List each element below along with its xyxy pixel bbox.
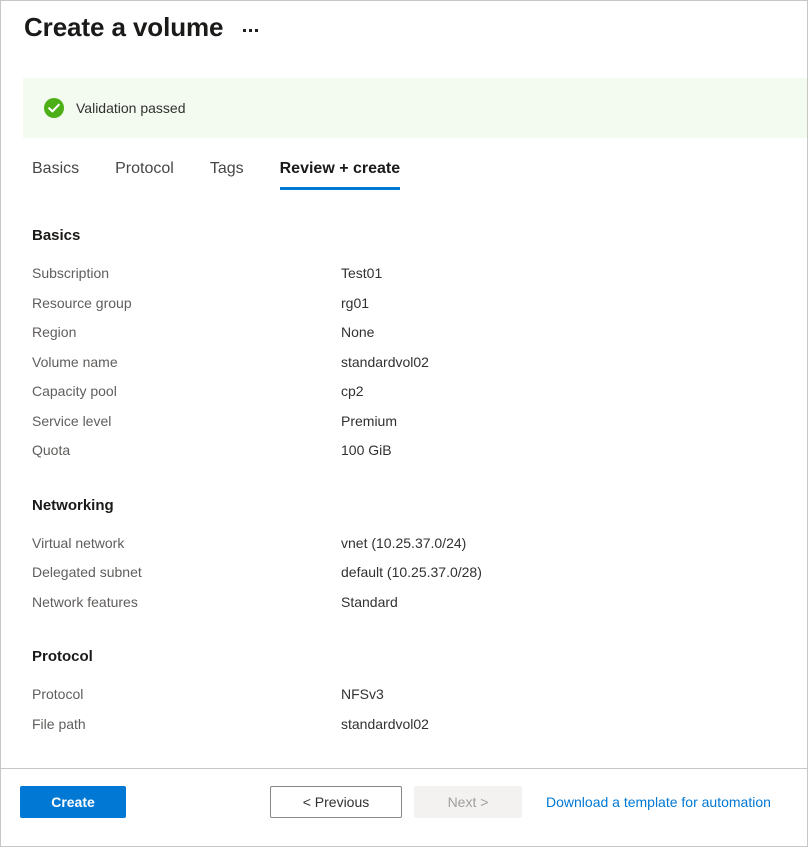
blade-header: Create a volume (24, 9, 260, 45)
row-value: standardvol02 (341, 714, 429, 734)
check-circle-icon (44, 98, 64, 118)
create-button[interactable]: Create (20, 786, 126, 818)
row-value: 100 GiB (341, 440, 392, 460)
tab-tags[interactable]: Tags (210, 156, 244, 190)
row-label: Capacity pool (32, 381, 341, 401)
summary-row: Subscription Test01 (32, 263, 787, 293)
summary-row: Delegated subnet default (10.25.37.0/28) (32, 562, 787, 592)
row-value: standardvol02 (341, 352, 429, 372)
summary-row: Volume name standardvol02 (32, 352, 787, 382)
previous-button[interactable]: < Previous (270, 786, 402, 818)
section-heading: Basics (32, 226, 787, 246)
wizard-tabs: Basics Protocol Tags Review + create (32, 156, 400, 190)
footer-actions: Create < Previous Next > Download a temp… (20, 786, 795, 818)
ellipsis-dot (255, 29, 258, 32)
summary-row: Virtual network vnet (10.25.37.0/24) (32, 533, 787, 563)
create-volume-blade: Create a volume Validation passed Basics… (0, 0, 808, 847)
summary-row: Network features Standard (32, 592, 787, 622)
summary-row: Region None (32, 322, 787, 352)
row-label: Service level (32, 411, 341, 431)
row-label: File path (32, 714, 341, 734)
row-label: Network features (32, 592, 341, 612)
row-value: Test01 (341, 263, 382, 283)
row-value: NFSv3 (341, 684, 384, 704)
row-value: Premium (341, 411, 397, 431)
row-value: Standard (341, 592, 398, 612)
more-options-icon[interactable] (241, 23, 260, 32)
page-title: Create a volume (24, 9, 223, 45)
summary-row: Protocol NFSv3 (32, 684, 787, 714)
row-value: None (341, 322, 374, 342)
row-label: Quota (32, 440, 341, 460)
section-networking: Networking Virtual network vnet (10.25.3… (32, 496, 787, 622)
blade-footer: Create < Previous Next > Download a temp… (1, 768, 807, 846)
download-template-link[interactable]: Download a template for automation (546, 792, 771, 812)
row-value: cp2 (341, 381, 364, 401)
ellipsis-dot (243, 29, 246, 32)
section-heading: Networking (32, 496, 787, 516)
tab-review-create[interactable]: Review + create (280, 156, 401, 190)
row-label: Virtual network (32, 533, 341, 553)
row-label: Subscription (32, 263, 341, 283)
row-label: Resource group (32, 293, 341, 313)
next-button: Next > (414, 786, 522, 818)
summary-row: File path standardvol02 (32, 714, 787, 744)
section-heading: Protocol (32, 647, 787, 667)
summary-row: Service level Premium (32, 411, 787, 441)
section-basics: Basics Subscription Test01 Resource grou… (32, 226, 787, 470)
row-label: Region (32, 322, 341, 342)
tab-protocol[interactable]: Protocol (115, 156, 174, 190)
row-value: default (10.25.37.0/28) (341, 562, 482, 582)
summary-row: Capacity pool cp2 (32, 381, 787, 411)
row-label: Delegated subnet (32, 562, 341, 582)
validation-message: Validation passed (76, 98, 185, 118)
summary-row: Quota 100 GiB (32, 440, 787, 470)
row-value: rg01 (341, 293, 369, 313)
tab-basics[interactable]: Basics (32, 156, 79, 190)
ellipsis-dot (249, 29, 252, 32)
validation-banner: Validation passed (23, 78, 807, 138)
row-label: Volume name (32, 352, 341, 372)
row-value: vnet (10.25.37.0/24) (341, 533, 466, 553)
section-protocol: Protocol Protocol NFSv3 File path standa… (32, 647, 787, 743)
review-summary: Basics Subscription Test01 Resource grou… (32, 226, 787, 743)
row-label: Protocol (32, 684, 341, 704)
summary-row: Resource group rg01 (32, 293, 787, 323)
